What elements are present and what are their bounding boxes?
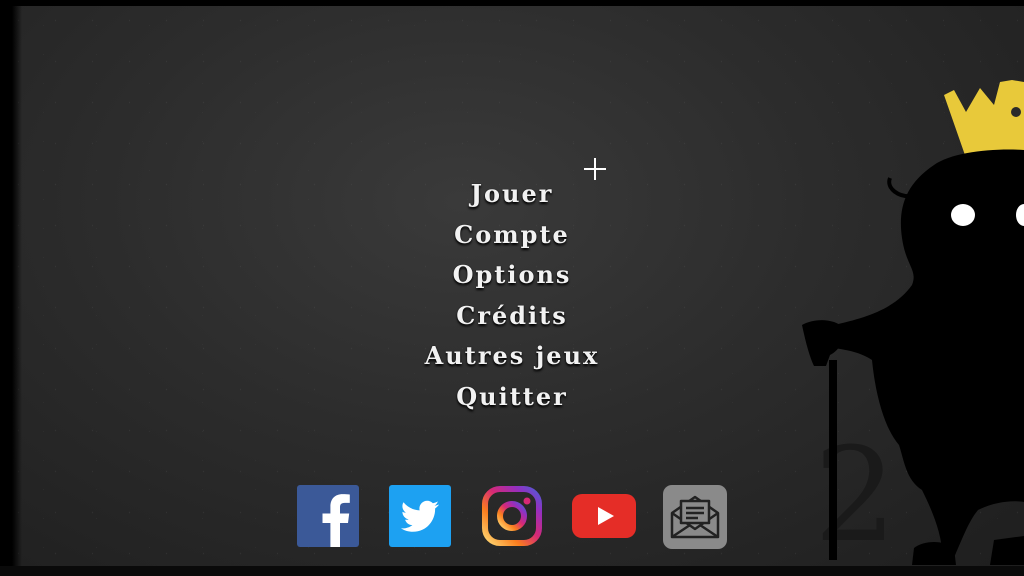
character-eye: [951, 204, 975, 226]
main-menu: Jouer Compte Options Crédits Autres jeux…: [362, 176, 662, 419]
facebook-icon[interactable]: [297, 485, 359, 547]
chapter-number: 2: [814, 419, 897, 571]
youtube-icon[interactable]: [572, 494, 636, 538]
menu-item-other-games[interactable]: Autres jeux: [362, 338, 662, 379]
frame-border-top: [0, 0, 1024, 6]
king-silhouette-illustration: 2: [802, 80, 1024, 571]
mail-icon[interactable]: [663, 485, 727, 549]
menu-item-options[interactable]: Options: [362, 257, 662, 298]
menu-item-account[interactable]: Compte: [362, 217, 662, 258]
crown-icon: [944, 80, 1024, 158]
instagram-icon[interactable]: [481, 485, 543, 547]
menu-item-credits[interactable]: Crédits: [362, 298, 662, 339]
twitter-icon[interactable]: [389, 485, 451, 547]
title-screen: Jouer Compte Options Crédits Autres jeux…: [0, 0, 1024, 576]
menu-item-quit[interactable]: Quitter: [362, 379, 662, 420]
menu-item-play[interactable]: Jouer: [362, 176, 662, 217]
